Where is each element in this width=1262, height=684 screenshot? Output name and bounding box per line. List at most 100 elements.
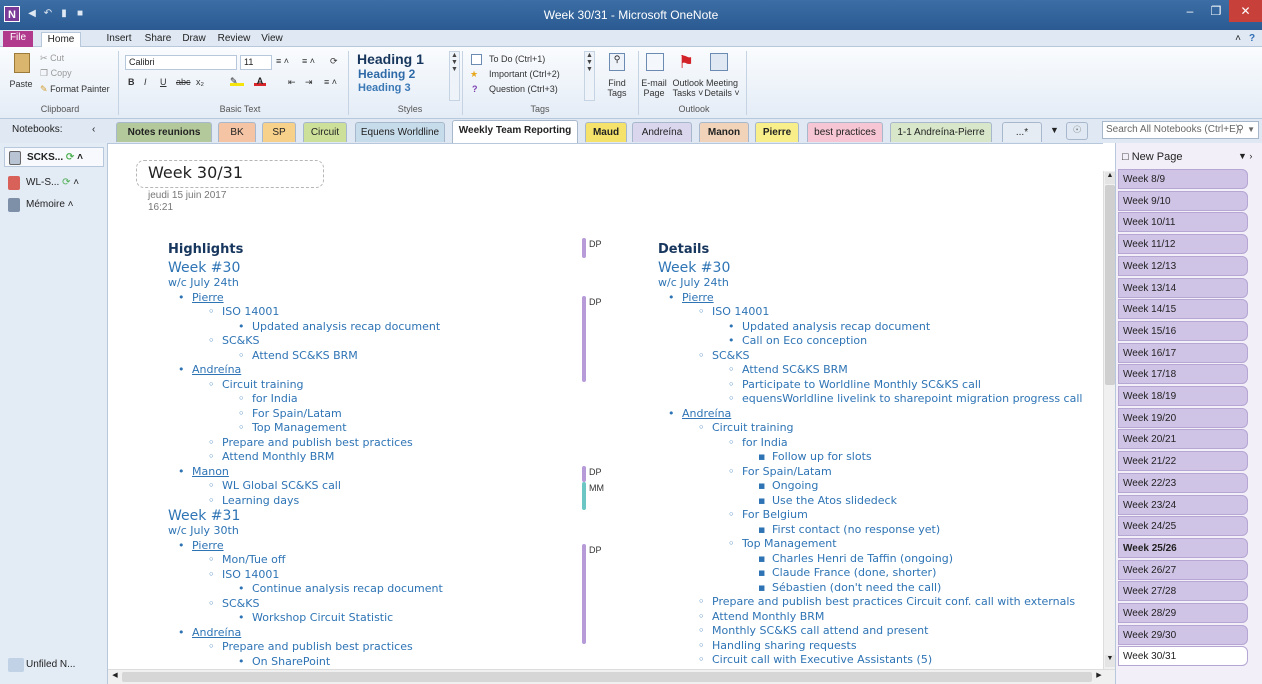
page-list-menu-icon[interactable]: ▼ › [1238,151,1252,161]
outline-item[interactable]: • Pierre [668,291,714,304]
outline-item[interactable]: ▪ Use the Atos slidedeck [758,494,897,507]
outline-item[interactable]: ◦ Prepare and publish best practices [208,640,413,653]
highlight-icon[interactable]: ✎ [230,76,244,86]
outline-item[interactable]: • Updated analysis recap document [728,320,930,333]
styles-gallery-scroll[interactable]: ▲ ▼ ▼ [449,51,460,101]
bullets-icon[interactable]: ≡ ˄ [276,56,289,66]
tab-share[interactable]: Share [143,32,173,47]
scroll-thumb[interactable] [1105,185,1115,385]
page-tab[interactable]: Week 21/22 [1118,451,1248,472]
font-name-select[interactable]: Calibri [125,55,237,70]
indent-icon[interactable]: ⇥ [305,77,313,88]
clear-format-icon[interactable]: ⟳ [330,56,338,67]
outline-item[interactable]: ◦ equensWorldline livelink to sharepoint … [728,392,1082,405]
outline-item[interactable]: ◦ For Spain/Latam [728,465,832,478]
outline-item[interactable]: ◦ ISO 14001 [208,568,279,581]
outline-item[interactable]: ▪ Claude France (done, shorter) [758,566,936,579]
page-tab[interactable]: Week 27/28 [1118,581,1248,602]
outline-item[interactable]: ◦ Prepare and publish best practices Circ… [698,595,1075,608]
page-tab[interactable]: Week 18/19 [1118,386,1248,406]
style-heading-2[interactable]: Heading 2 [358,67,415,81]
outline-item[interactable]: ◦ For Spain/Latam [238,407,342,420]
outline-item[interactable]: ◦ For Belgium [728,508,808,521]
underline-button[interactable]: U [160,77,167,87]
outline-item[interactable]: ◦ Top Management [238,421,347,434]
page-tab[interactable]: Week 12/13 [1118,255,1248,276]
restore-icon[interactable]: ❐ [1203,0,1229,22]
notebook-item-scks[interactable]: SCKS... ⟳ ˄ [4,147,104,167]
outline-item[interactable]: ◦ for India [238,392,298,405]
canvas-horizontal-scrollbar[interactable]: ◀ ▶ [108,669,1115,684]
outline-week-date[interactable]: w/c July 24th [658,276,729,289]
section-menu-icon[interactable]: ▼ [1050,125,1059,135]
tags-gallery-scroll[interactable]: ▲ ▼ ▼ [584,51,595,101]
meeting-details-button[interactable]: Meeting Details ˅ [702,78,742,98]
section-tab[interactable]: best practices [807,122,883,142]
outline-item[interactable]: • Updated analysis recap document [238,320,440,333]
outline-week-date[interactable]: w/c July 30th [168,524,239,537]
outline-item[interactable]: ◦ Circuit training [698,421,794,434]
outline-item[interactable]: ◦ Mon/Tue off [208,553,286,566]
outline-item[interactable]: ◦ SC&KS [208,597,259,610]
page-tab[interactable]: Week 13/14 [1118,277,1248,298]
new-section-icon[interactable]: ☉ [1066,122,1088,140]
outline-item[interactable]: ▪ Charles Henri de Taffin (ongoing) [758,552,953,565]
search-scope-icon[interactable]: ▼ [1247,122,1255,138]
scroll-up-icon[interactable]: ▲ [1105,172,1115,184]
find-tags-button[interactable]: Find Tags [602,78,632,98]
page-tab[interactable]: Week 26/27 [1118,559,1248,580]
align-icon[interactable]: ≡ ˄ [324,77,337,87]
copy-button[interactable]: ❐ Copy [40,68,72,79]
section-tab[interactable]: SP [262,122,296,142]
collapse-ribbon-icon[interactable]: ˄ [1232,32,1244,47]
outline-item[interactable]: ◦ Handling sharing requests [698,639,857,652]
style-heading-3[interactable]: Heading 3 [358,82,411,94]
minimize-icon[interactable]: – [1177,0,1203,22]
tag-important[interactable]: Important (Ctrl+2) [489,69,560,79]
outline-item[interactable]: ◦ Prepare and publish best practices [208,436,413,449]
outline-item[interactable]: ▪ Ongoing [758,479,818,492]
paste-button[interactable]: Paste [6,79,36,89]
scroll-down-icon[interactable]: ▼ [1105,655,1115,667]
outline-item[interactable]: ◦ for India [728,436,788,449]
font-size-select[interactable]: 11 [240,55,272,70]
outline-item[interactable]: • Call on Eco conception [728,334,867,347]
italic-button[interactable]: I [144,77,147,87]
tab-draw[interactable]: Draw [180,32,208,47]
section-tab[interactable]: Maud [585,122,627,142]
cut-button[interactable]: ✂ Cut [40,53,64,64]
notebook-item-memoire[interactable]: Mémoire ˄ [4,195,104,215]
page-tab[interactable]: Week 16/17 [1118,342,1248,363]
outline-week-date[interactable]: w/c July 24th [168,276,239,289]
outline-item[interactable]: ◦ SC&KS [698,349,749,362]
page-tab[interactable]: Week 8/9 [1118,169,1248,189]
outline-item[interactable]: ▪ First contact (no response yet) [758,523,940,536]
tab-review[interactable]: Review [216,32,252,47]
tag-question[interactable]: Question (Ctrl+3) [489,84,558,94]
outline-item[interactable]: ◦ ISO 14001 [208,305,279,318]
outline-item[interactable]: • Pierre [178,291,224,304]
page-tab[interactable]: Week 14/15 [1118,299,1248,320]
numbering-icon[interactable]: ≡ ˄ [302,56,315,66]
outline-item[interactable]: ◦ SC&KS [208,334,259,347]
outline-item[interactable]: ◦ Attend SC&KS BRM [728,363,848,376]
section-tab[interactable]: Pierre [755,122,799,142]
outline-item[interactable]: • Andreína [668,407,731,420]
page-tab[interactable]: Week 10/11 [1118,212,1248,233]
tab-insert[interactable]: Insert [103,32,135,47]
collapse-nav-icon[interactable]: ‹ [92,124,95,135]
outline-heading[interactable]: Details [658,242,709,257]
outline-item[interactable]: ▪ Follow up for slots [758,450,872,463]
outline-item[interactable]: ◦ Attend Monthly BRM [208,450,334,463]
outline-item[interactable]: ◦ Circuit call with Executive Assistants … [698,653,932,666]
strikethrough-icon[interactable]: abc [176,77,191,87]
outline-item[interactable]: ◦ Attend SC&KS BRM [238,349,358,362]
outline-item[interactable]: ◦ Learning days [208,494,299,507]
section-tab[interactable]: Andreína [632,122,692,142]
page-tab[interactable]: Week 23/24 [1118,494,1248,515]
tab-file[interactable]: File [3,31,33,47]
page-title[interactable]: Week 30/31 [148,163,243,182]
help-icon[interactable]: ? [1246,32,1258,47]
section-tab[interactable]: 1-1 Andreína-Pierre [890,122,992,142]
bold-button[interactable]: B [128,77,135,87]
